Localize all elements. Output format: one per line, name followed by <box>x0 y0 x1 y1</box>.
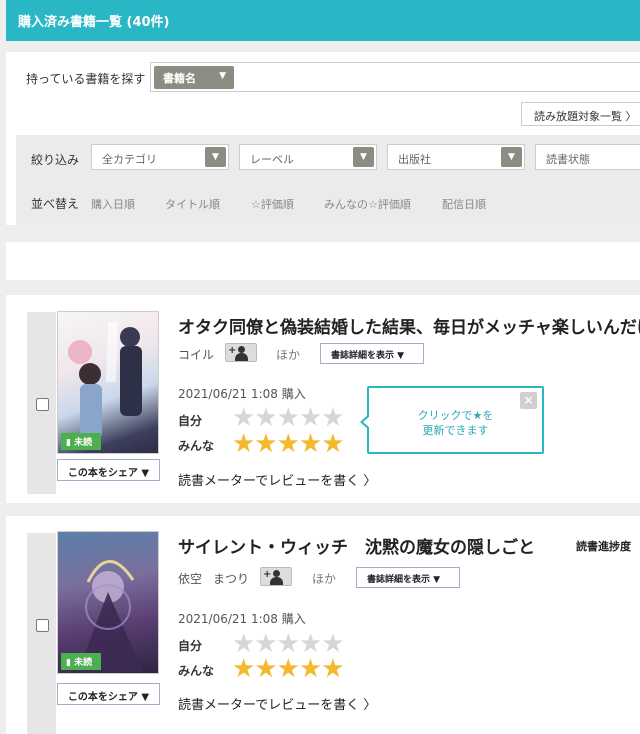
reading-progress-label: 読書進捗度 <box>576 540 631 553</box>
page-header: 購入済み書籍一覧 (40件) <box>6 0 640 41</box>
book-title[interactable]: オタク同僚と偽装結婚した結果、毎日がメッチャ楽しいんだけど！ <box>178 313 640 338</box>
chevron-down-icon: ▼ <box>501 147 522 167</box>
search-field-select[interactable]: 書籍名 ▼ <box>154 66 234 89</box>
search-field-value: 書籍名 <box>163 72 196 85</box>
everyone-rating-label: みんな <box>178 439 215 453</box>
book-title[interactable]: サイレント・ウィッチ 沈黙の魔女の隠しごと <box>178 533 535 558</box>
book-select-checkbox[interactable] <box>36 398 49 411</box>
unread-badge: ▮ 未読 <box>61 653 101 670</box>
sort-label: 並べ替え <box>31 197 80 211</box>
write-review-link[interactable]: 読書メーターでレビューを書く 〉 <box>178 470 376 489</box>
everyone-rating-label: みんな <box>178 664 215 678</box>
publisher-dropdown[interactable]: 出版社 ▼ <box>387 144 525 170</box>
book-card: ▮ 未読 この本をシェア ▼ オタク同僚と偽装結婚した結果、毎日がメッチャ楽しい… <box>6 295 640 503</box>
everyone-rating-stars: ★★★★★ <box>232 429 345 459</box>
author-name[interactable]: コイル <box>178 346 214 363</box>
my-rating-label: 自分 <box>178 639 203 653</box>
book-details-button[interactable]: 書誌詳細を表示 ▼ <box>320 343 424 364</box>
unlimited-list-button[interactable]: 読み放題対象一覧 〉 <box>521 102 640 126</box>
chevron-down-icon: ▼ <box>353 147 374 167</box>
follow-author-icon[interactable]: + <box>225 343 257 362</box>
close-icon[interactable]: × <box>520 392 537 409</box>
select-column <box>27 533 56 734</box>
tooltip-text: クリックで★を 更新できます <box>417 409 494 437</box>
other-authors: ほか <box>312 572 337 586</box>
search-label: 持っている書籍を探す <box>26 72 146 86</box>
book-cover[interactable]: ▮ 未読 <box>57 311 159 454</box>
search-panel: 持っている書籍を探す 書籍名 ▼ 読み放題対象一覧 〉 絞り込み 全カテゴリ ▼… <box>6 52 640 225</box>
book-select-checkbox[interactable] <box>36 619 49 632</box>
write-review-link[interactable]: 読書メーターでレビューを書く 〉 <box>178 694 376 713</box>
author-name[interactable]: まつり <box>213 570 249 587</box>
filter-sort-area: 絞り込み 全カテゴリ ▼ レーベル ▼ 出版社 ▼ 読書状態 並べ替え 購入日順… <box>16 135 640 225</box>
follow-author-icon[interactable]: + <box>260 567 292 586</box>
sort-title[interactable]: タイトル順 <box>165 196 220 212</box>
search-input[interactable]: 書籍名 ▼ <box>150 62 640 92</box>
chevron-down-icon: ▼ <box>219 71 226 81</box>
everyone-rating-stars: ★★★★★ <box>232 654 345 684</box>
category-dropdown[interactable]: 全カテゴリ ▼ <box>91 144 229 170</box>
sort-my-rating[interactable]: ☆評価順 <box>251 196 294 212</box>
page-title: 購入済み書籍一覧 (40件) <box>18 15 170 30</box>
my-rating-stars[interactable]: ★★★★★ <box>232 405 345 431</box>
share-book-button[interactable]: この本をシェア ▼ <box>57 683 160 705</box>
label-dropdown-value: レーベル <box>250 153 294 166</box>
purchase-date: 2021/06/21 1:08 購入 <box>178 387 306 401</box>
other-authors: ほか <box>276 348 301 362</box>
chevron-down-icon: ▼ <box>205 147 226 167</box>
label-dropdown[interactable]: レーベル ▼ <box>239 144 377 170</box>
reading-status-dropdown[interactable]: 読書状態 <box>535 144 640 170</box>
my-rating-label: 自分 <box>178 414 203 428</box>
reading-status-dropdown-value: 読書状態 <box>546 153 590 166</box>
book-cover[interactable]: ▮ 未読 <box>57 531 159 674</box>
book-details-button[interactable]: 書誌詳細を表示 ▼ <box>356 567 460 588</box>
purchase-date: 2021/06/21 1:08 購入 <box>178 612 306 626</box>
rating-tooltip: × クリックで★を 更新できます <box>360 386 544 454</box>
sort-everyone-rating[interactable]: みんなの☆評価順 <box>324 196 411 212</box>
share-book-button[interactable]: この本をシェア ▼ <box>57 459 160 481</box>
book-card: ▮ 未読 この本をシェア ▼ サイレント・ウィッチ 沈黙の魔女の隠しごと 読書進… <box>6 516 640 734</box>
unread-badge: ▮ 未読 <box>61 433 101 450</box>
sort-release-date[interactable]: 配信日順 <box>442 196 486 212</box>
publisher-dropdown-value: 出版社 <box>398 153 431 166</box>
list-toolbar-strip <box>6 242 640 280</box>
author-name[interactable]: 依空 <box>178 570 202 587</box>
filter-label: 絞り込み <box>31 153 80 167</box>
category-dropdown-value: 全カテゴリ <box>102 153 157 166</box>
sort-purchase-date[interactable]: 購入日順 <box>91 196 135 212</box>
